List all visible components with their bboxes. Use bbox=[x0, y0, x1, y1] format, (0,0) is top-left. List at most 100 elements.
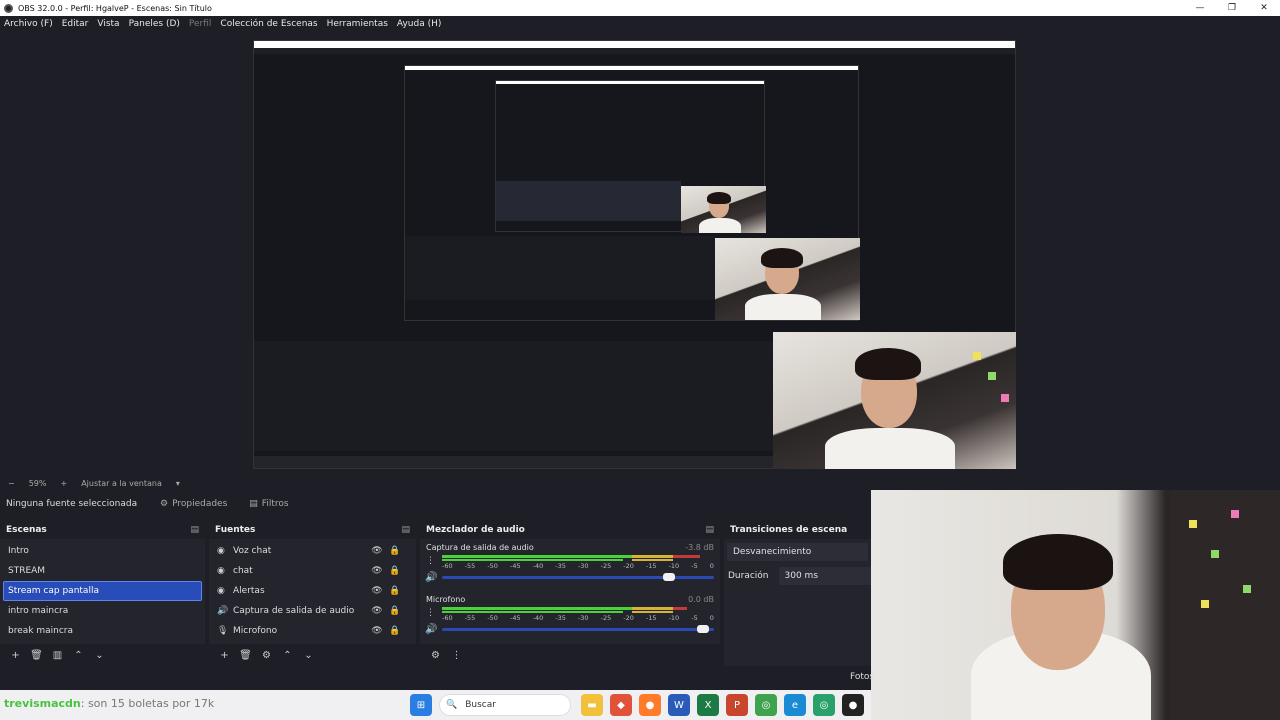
remove-source-button[interactable]: 🗑 bbox=[235, 650, 256, 661]
mixer-menu-button[interactable]: ⋮ bbox=[446, 650, 467, 661]
webcam-overlay bbox=[871, 490, 1280, 720]
channel-name: Microfono bbox=[426, 595, 466, 604]
dock-menu-icon[interactable]: ▤ bbox=[401, 525, 410, 535]
kebab-menu-icon[interactable]: ⋮ bbox=[426, 608, 435, 618]
excel-icon[interactable]: X bbox=[697, 694, 719, 716]
preview-canvas[interactable] bbox=[253, 40, 1016, 469]
source-item-captura-salida-audio[interactable]: 🔊 Captura de salida de audio 👁 🔒 bbox=[212, 601, 413, 621]
source-properties-button[interactable]: ⚙ bbox=[256, 650, 277, 661]
meter-tick-label: -55 bbox=[464, 562, 476, 570]
source-toolbar: Ninguna fuente seleccionada ⚙ Propiedade… bbox=[0, 492, 871, 516]
advanced-audio-button[interactable]: ⚙ bbox=[425, 650, 446, 661]
add-scene-button[interactable]: + bbox=[5, 650, 26, 661]
kebab-menu-icon[interactable]: ⋮ bbox=[426, 556, 435, 566]
properties-button[interactable]: ⚙ Propiedades bbox=[154, 496, 233, 512]
meter-tick-label: -60 bbox=[442, 562, 453, 570]
eye-icon[interactable]: 👁 bbox=[368, 626, 386, 636]
maximize-button[interactable]: ❐ bbox=[1216, 0, 1248, 16]
eye-icon[interactable]: 👁 bbox=[368, 566, 386, 576]
lock-icon[interactable]: 🔒 bbox=[386, 606, 404, 616]
transitions-title: Transiciones de escena bbox=[730, 525, 848, 535]
volume-icon[interactable]: 🔊 bbox=[425, 624, 437, 635]
zoom-out-button[interactable]: − bbox=[8, 479, 15, 488]
move-up-button[interactable]: ⌃ bbox=[277, 650, 298, 661]
meter-tick-label: -15 bbox=[645, 562, 657, 570]
windows-start-icon[interactable]: ⊞ bbox=[410, 694, 432, 716]
volume-slider[interactable] bbox=[442, 624, 714, 634]
taskbar: trevismacdn: son 15 boletas por 17k ⊞ 🔍 … bbox=[0, 690, 871, 720]
file-explorer-icon[interactable]: ▬ bbox=[581, 694, 603, 716]
meter-green-segment bbox=[442, 555, 633, 558]
scene-item-break-maincra[interactable]: break maincra bbox=[3, 621, 202, 641]
menu-ayuda[interactable]: Ayuda (H) bbox=[397, 19, 441, 29]
menu-coleccion-escenas[interactable]: Colección de Escenas bbox=[220, 19, 317, 29]
menu-editar[interactable]: Editar bbox=[62, 19, 89, 29]
scenes-list: Intro STREAM Stream cap pantalla intro m… bbox=[0, 539, 205, 643]
lock-icon[interactable]: 🔒 bbox=[386, 626, 404, 636]
menu-vista[interactable]: Vista bbox=[97, 19, 119, 29]
minimize-button[interactable]: — bbox=[1184, 0, 1216, 16]
fotos-label: Fotos bbox=[850, 672, 875, 682]
scene-filters-button[interactable]: ▥ bbox=[47, 650, 68, 661]
meter-tick-label: -35 bbox=[555, 614, 566, 622]
eye-icon[interactable]: 👁 bbox=[368, 546, 386, 556]
sources-list: ◉ Voz chat 👁 🔒 ◉ chat 👁 🔒 ◉ Alertas 👁 🔒 🔊 Captu… bbox=[209, 539, 416, 643]
meter-tick-label: -30 bbox=[577, 614, 589, 622]
edge-icon[interactable]: e bbox=[784, 694, 806, 716]
menu-paneles[interactable]: Paneles (D) bbox=[129, 19, 180, 29]
scenes-title: Escenas bbox=[6, 525, 47, 535]
move-down-button[interactable]: ⌄ bbox=[298, 650, 319, 661]
slider-knob[interactable] bbox=[696, 625, 709, 633]
source-item-voz-chat[interactable]: ◉ Voz chat 👁 🔒 bbox=[212, 541, 413, 561]
scene-item-intro-maincra[interactable]: intro maincra bbox=[3, 601, 202, 621]
menu-archivo[interactable]: Archivo (F) bbox=[4, 19, 53, 29]
fit-window-label[interactable]: Ajustar a la ventana bbox=[81, 479, 162, 488]
chevron-down-icon[interactable]: ▾ bbox=[176, 479, 180, 488]
lock-icon[interactable]: 🔒 bbox=[386, 566, 404, 576]
source-item-chat[interactable]: ◉ chat 👁 🔒 bbox=[212, 561, 413, 581]
dock-menu-icon[interactable]: ▤ bbox=[190, 525, 199, 535]
sources-title: Fuentes bbox=[215, 525, 256, 535]
source-item-alertas[interactable]: ◉ Alertas 👁 🔒 bbox=[212, 581, 413, 601]
source-item-microfono[interactable]: 🎙 Microfono 👁 🔒 bbox=[212, 621, 413, 641]
close-button[interactable]: ✕ bbox=[1248, 0, 1280, 16]
chrome-profile-icon[interactable]: ◎ bbox=[813, 694, 835, 716]
taskbar-search[interactable]: 🔍 Buscar bbox=[439, 694, 571, 716]
stream-message: : son 15 boletas por 17k bbox=[80, 697, 215, 710]
zoom-in-button[interactable]: + bbox=[60, 479, 67, 488]
scene-item-intro[interactable]: Intro bbox=[3, 541, 202, 561]
move-down-button[interactable]: ⌄ bbox=[89, 650, 110, 661]
brave-icon[interactable]: ◆ bbox=[610, 694, 632, 716]
mixer-channel: Captura de salida de audio -3.8 dB -60 -5… bbox=[420, 539, 720, 591]
lock-icon[interactable]: 🔒 bbox=[386, 586, 404, 596]
obs-icon[interactable]: ● bbox=[842, 694, 864, 716]
firefox-icon[interactable]: ● bbox=[639, 694, 661, 716]
scene-item-stream-cap-pantalla[interactable]: Stream cap pantalla bbox=[3, 581, 202, 601]
meter-tick-label: -20 bbox=[623, 562, 634, 570]
volume-slider[interactable] bbox=[442, 572, 714, 582]
dock-menu-icon[interactable]: ▤ bbox=[705, 525, 714, 535]
scene-item-stream[interactable]: STREAM bbox=[3, 561, 202, 581]
move-up-button[interactable]: ⌃ bbox=[68, 650, 89, 661]
lock-icon[interactable]: 🔒 bbox=[386, 546, 404, 556]
filters-button[interactable]: ▤ Filtros bbox=[243, 496, 294, 512]
word-icon[interactable]: W bbox=[668, 694, 690, 716]
duration-input[interactable]: 300 ms bbox=[778, 567, 871, 585]
channel-name: Captura de salida de audio bbox=[426, 543, 534, 552]
transition-select[interactable]: Desvanecimiento bbox=[727, 543, 868, 561]
menu-perfil[interactable]: Perfil bbox=[189, 19, 212, 29]
meter-ticks: -60 -55 -50 -45 -40 -35 -30 -25 -20 -15 -10 -5 0 bbox=[442, 562, 714, 570]
meter-tick-label: -15 bbox=[645, 614, 657, 622]
remove-scene-button[interactable]: 🗑 bbox=[26, 650, 47, 661]
volume-icon[interactable]: 🔊 bbox=[425, 572, 437, 583]
browser-source-icon: ◉ bbox=[217, 546, 225, 556]
chrome-icon[interactable]: ◎ bbox=[755, 694, 777, 716]
menu-herramientas[interactable]: Herramientas bbox=[327, 19, 388, 29]
add-source-button[interactable]: + bbox=[214, 650, 235, 661]
meter-tick-label: -10 bbox=[668, 562, 680, 570]
meter-green-segment bbox=[442, 611, 623, 613]
powerpoint-icon[interactable]: P bbox=[726, 694, 748, 716]
slider-knob[interactable] bbox=[663, 573, 675, 581]
eye-icon[interactable]: 👁 bbox=[368, 586, 386, 596]
eye-icon[interactable]: 👁 bbox=[368, 606, 386, 616]
